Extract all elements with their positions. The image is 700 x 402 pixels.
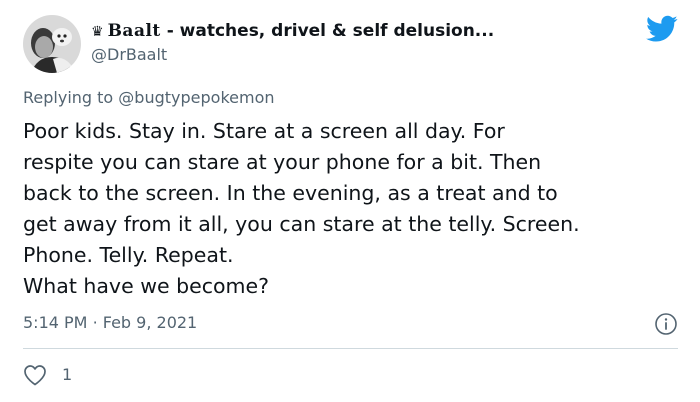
replying-to: Replying to @bugtypepokemon	[23, 88, 275, 108]
tweet-date: Feb 9, 2021	[102, 313, 198, 332]
tweet-time: 5:14 PM	[23, 313, 88, 332]
display-name-suffix: - watches, drivel & self delusion...	[166, 21, 495, 41]
info-icon[interactable]	[654, 312, 678, 336]
user-handle[interactable]: @DrBaalt	[91, 45, 167, 65]
crown-glyph: ♛	[91, 24, 104, 40]
display-name-main: Baalt	[107, 21, 161, 41]
twitter-bird-icon[interactable]	[646, 15, 678, 43]
timestamp-separator: ·	[92, 313, 98, 332]
replying-to-prefix: Replying to	[23, 88, 114, 107]
like-button[interactable]: 1	[23, 362, 72, 388]
tweet-text: Poor kids. Stay in. Stare at a screen al…	[23, 119, 580, 298]
divider	[23, 348, 678, 349]
replying-to-handle[interactable]: @bugtypepokemon	[118, 88, 274, 107]
avatar-image	[23, 15, 81, 73]
like-count: 1	[62, 365, 73, 384]
heart-icon	[24, 365, 46, 386]
tweet-timestamp[interactable]: 5:14 PM · Feb 9, 2021	[23, 313, 197, 333]
avatar[interactable]	[23, 15, 81, 73]
tweet-card: ♛ Baalt - watches, drivel & self delusion…	[0, 0, 700, 402]
display-name[interactable]: ♛ Baalt - watches, drivel & self delusion…	[91, 20, 494, 43]
